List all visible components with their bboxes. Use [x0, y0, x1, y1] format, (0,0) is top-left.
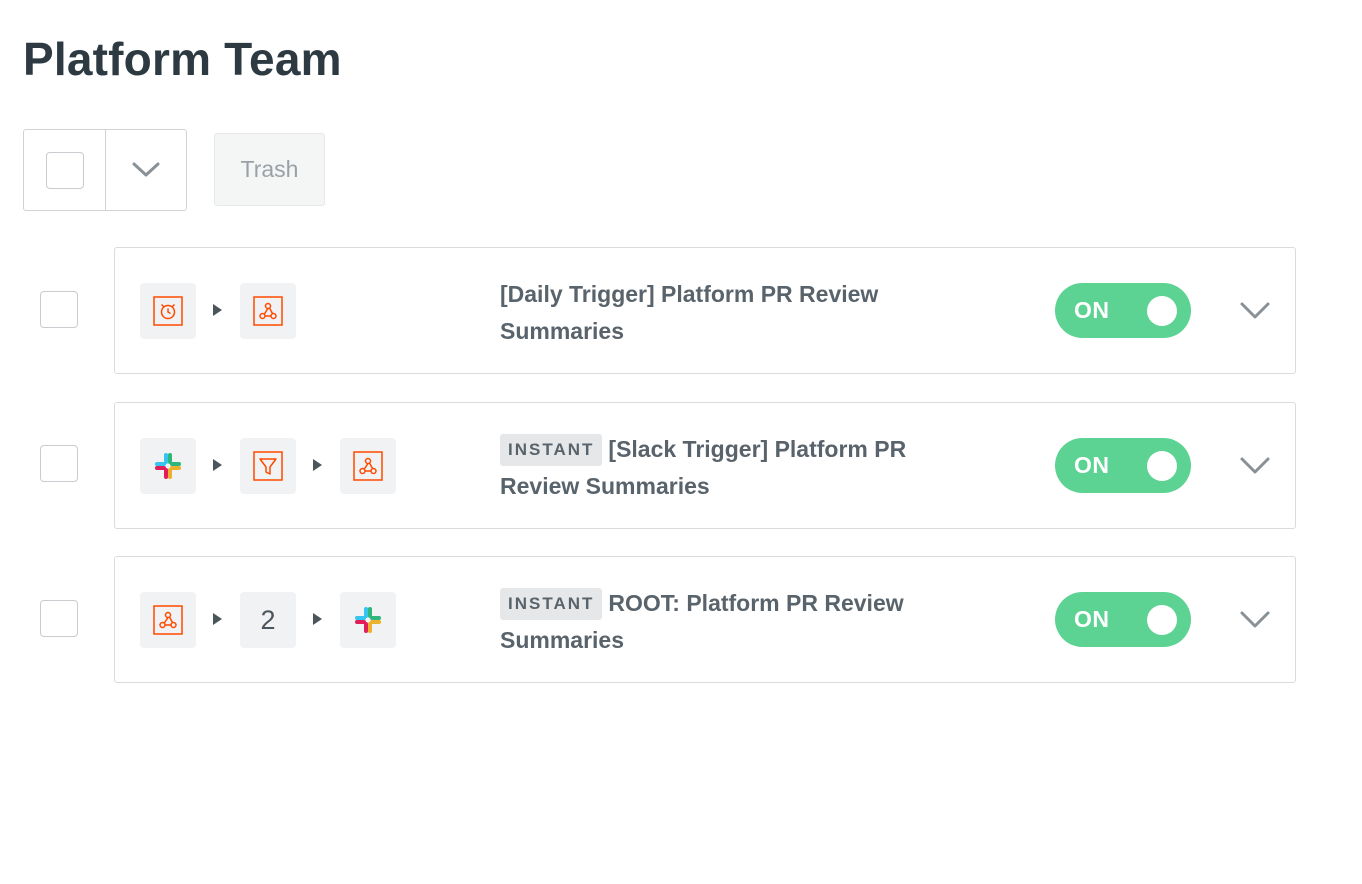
step-arrow-icon — [313, 613, 322, 625]
step-tile — [240, 283, 296, 339]
slack-icon — [355, 607, 381, 633]
bulk-actions-dropdown[interactable] — [106, 130, 186, 210]
step-tile — [340, 592, 396, 648]
expand-chevron-icon[interactable] — [1239, 455, 1271, 477]
zap-row-checkbox[interactable] — [40, 291, 78, 328]
zap-card[interactable]: INSTANT [Slack Trigger] Platform PR Revie… — [114, 402, 1296, 529]
zap-row-checkbox[interactable] — [40, 445, 78, 482]
trash-button[interactable]: Trash — [214, 133, 325, 206]
zap-title[interactable]: [Daily Trigger] Platform PR Review Summa… — [500, 276, 940, 350]
step-arrow-icon — [213, 304, 222, 316]
instant-badge: INSTANT — [500, 434, 603, 466]
step-tile — [140, 438, 196, 494]
zap-status-toggle[interactable]: ON — [1055, 438, 1191, 493]
slack-icon — [155, 453, 181, 479]
page-title: Platform Team — [23, 33, 342, 85]
step-arrow-icon — [313, 459, 322, 471]
zap-title[interactable]: INSTANT ROOT: Platform PR Review Summarie… — [500, 585, 940, 659]
toggle-label: ON — [1074, 606, 1110, 632]
expand-chevron-icon[interactable] — [1239, 609, 1271, 631]
zap-title-text: [Daily Trigger] Platform PR Review Summa… — [500, 281, 879, 344]
webhook-icon — [253, 296, 283, 326]
webhook-icon — [353, 451, 383, 481]
toggle-knob — [1147, 451, 1177, 481]
step-tile — [140, 283, 196, 339]
instant-badge: INSTANT — [500, 588, 603, 620]
toggle-knob — [1147, 296, 1177, 326]
webhook-icon — [153, 605, 183, 635]
zap-card[interactable]: 2 INSTANT ROOT: Platform PR Review Summar… — [114, 556, 1296, 683]
zap-status-toggle[interactable]: ON — [1055, 592, 1191, 647]
toggle-label: ON — [1074, 297, 1110, 323]
bulk-select-control — [23, 129, 187, 211]
step-tile — [140, 592, 196, 648]
schedule-icon — [153, 296, 183, 326]
zap-status-toggle[interactable]: ON — [1055, 283, 1191, 338]
expand-chevron-icon[interactable] — [1239, 300, 1271, 322]
toggle-label: ON — [1074, 452, 1110, 478]
zap-card[interactable]: [Daily Trigger] Platform PR Review Summa… — [114, 247, 1296, 374]
chevron-down-icon — [132, 162, 160, 177]
step-tile — [340, 438, 396, 494]
filter-icon — [253, 451, 283, 481]
step-tile — [240, 438, 296, 494]
select-all-checkbox[interactable] — [45, 151, 84, 189]
select-all-cell — [24, 130, 106, 210]
step-arrow-icon — [213, 613, 222, 625]
zap-row-checkbox[interactable] — [40, 600, 78, 637]
hidden-steps-count: 2 — [260, 604, 276, 635]
zap-title[interactable]: INSTANT [Slack Trigger] Platform PR Revie… — [500, 431, 940, 505]
toggle-knob — [1147, 605, 1177, 635]
step-arrow-icon — [213, 459, 222, 471]
step-count-tile: 2 — [240, 592, 296, 648]
